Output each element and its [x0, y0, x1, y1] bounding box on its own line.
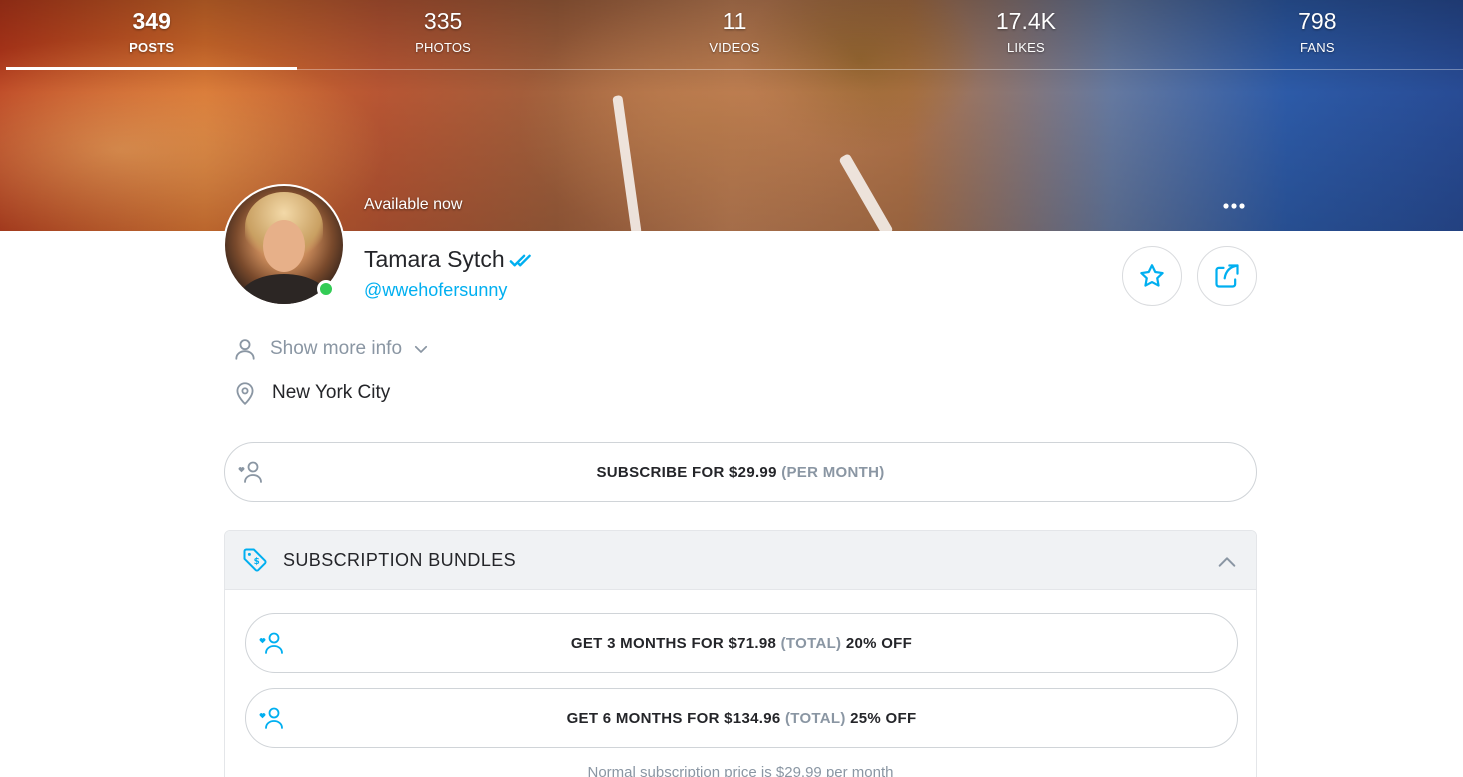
subscribe-button[interactable]: SUBSCRIBE FOR $29.99 (PER MONTH)	[224, 442, 1257, 502]
likes-label: LIKES	[1006, 40, 1045, 55]
star-icon	[1140, 264, 1164, 287]
likes-count: 17.4K	[995, 8, 1056, 34]
tab-fans[interactable]: 798 FANS	[1172, 0, 1463, 69]
more-options-button[interactable]	[1220, 196, 1248, 216]
show-more-info-label: Show more info	[270, 338, 403, 359]
subscribe-heart-user-icon	[258, 706, 286, 737]
user-icon	[235, 339, 255, 360]
tab-likes[interactable]: 17.4K LIKES	[880, 0, 1171, 69]
price-tag-icon: $	[241, 546, 269, 579]
profile-name: Tamara Sytch	[364, 246, 505, 272]
share-profile-button[interactable]	[1197, 246, 1257, 306]
chevron-down-icon	[414, 345, 428, 353]
photos-count: 335	[423, 8, 463, 34]
profile-stats-tabs: 349 POSTS 335 PHOTOS 11 VIDEOS 17.4K LIK…	[6, 0, 1463, 70]
subscription-bundles-panel: $ SUBSCRIPTION BUNDLES GET 3 MONTHS FOR …	[224, 530, 1257, 777]
subscription-bundles-title: SUBSCRIPTION BUNDLES	[283, 550, 517, 570]
subscribe-price: SUBSCRIBE FOR $29.99	[596, 463, 777, 481]
location-row: New York City	[232, 380, 390, 406]
add-to-favorites-button[interactable]	[1122, 246, 1182, 306]
posts-label: POSTS	[129, 40, 175, 55]
posts-count: 349	[132, 8, 171, 34]
videos-count: 11	[722, 8, 747, 34]
verified-icon	[509, 249, 531, 271]
chevron-up-icon	[1216, 551, 1238, 578]
bundle-price: GET 3 MONTHS FOR $71.98	[570, 634, 777, 652]
bundle-price: GET 6 MONTHS FOR $134.96	[566, 709, 781, 727]
bundle-3-months-button[interactable]: GET 3 MONTHS FOR $71.98 (TOTAL) 20% OFF	[245, 613, 1238, 673]
share-icon	[1215, 264, 1239, 288]
more-icon	[1223, 203, 1245, 209]
fans-count: 798	[1298, 8, 1337, 34]
bundle-6-months-button[interactable]: GET 6 MONTHS FOR $134.96 (TOTAL) 25% OFF	[245, 688, 1238, 748]
location-text: New York City	[272, 382, 391, 403]
bundle-total: (TOTAL)	[780, 634, 842, 652]
location-pin-icon	[236, 382, 254, 405]
bundle-label: GET 6 MONTHS FOR $134.96 (TOTAL) 25% OFF	[567, 710, 917, 727]
profile-name-row: Tamara Sytch	[364, 246, 531, 273]
subscribe-heart-user-icon	[237, 460, 265, 491]
subscription-bundles-header[interactable]: $ SUBSCRIPTION BUNDLES	[225, 531, 1256, 590]
online-status-dot	[317, 280, 335, 298]
normal-price-note: Normal subscription price is $29.99 per …	[587, 764, 894, 777]
tab-posts[interactable]: 349 POSTS	[6, 0, 298, 70]
bundle-total: (TOTAL)	[784, 709, 846, 727]
subscribe-heart-user-icon	[258, 631, 286, 662]
cover-image: 349 POSTS 335 PHOTOS 11 VIDEOS 17.4K LIK…	[0, 0, 1463, 231]
subscribe-period: (PER MONTH)	[781, 463, 885, 481]
profile-username[interactable]: @wwehofersunny	[364, 280, 507, 301]
bundle-discount: 25% OFF	[850, 709, 917, 727]
fans-label: FANS	[1299, 40, 1335, 55]
photos-label: PHOTOS	[415, 40, 472, 55]
subscribe-label: SUBSCRIBE FOR $29.99 (PER MONTH)	[597, 464, 885, 481]
svg-text:$: $	[254, 557, 260, 567]
availability-status: Available now	[364, 196, 463, 213]
bundle-label: GET 3 MONTHS FOR $71.98 (TOTAL) 20% OFF	[571, 635, 912, 652]
tab-photos[interactable]: 335 PHOTOS	[297, 0, 588, 69]
tab-videos[interactable]: 11 VIDEOS	[589, 0, 880, 69]
videos-label: VIDEOS	[709, 40, 760, 55]
bundle-discount: 20% OFF	[845, 634, 913, 652]
show-more-info-toggle[interactable]: Show more info	[232, 336, 430, 362]
